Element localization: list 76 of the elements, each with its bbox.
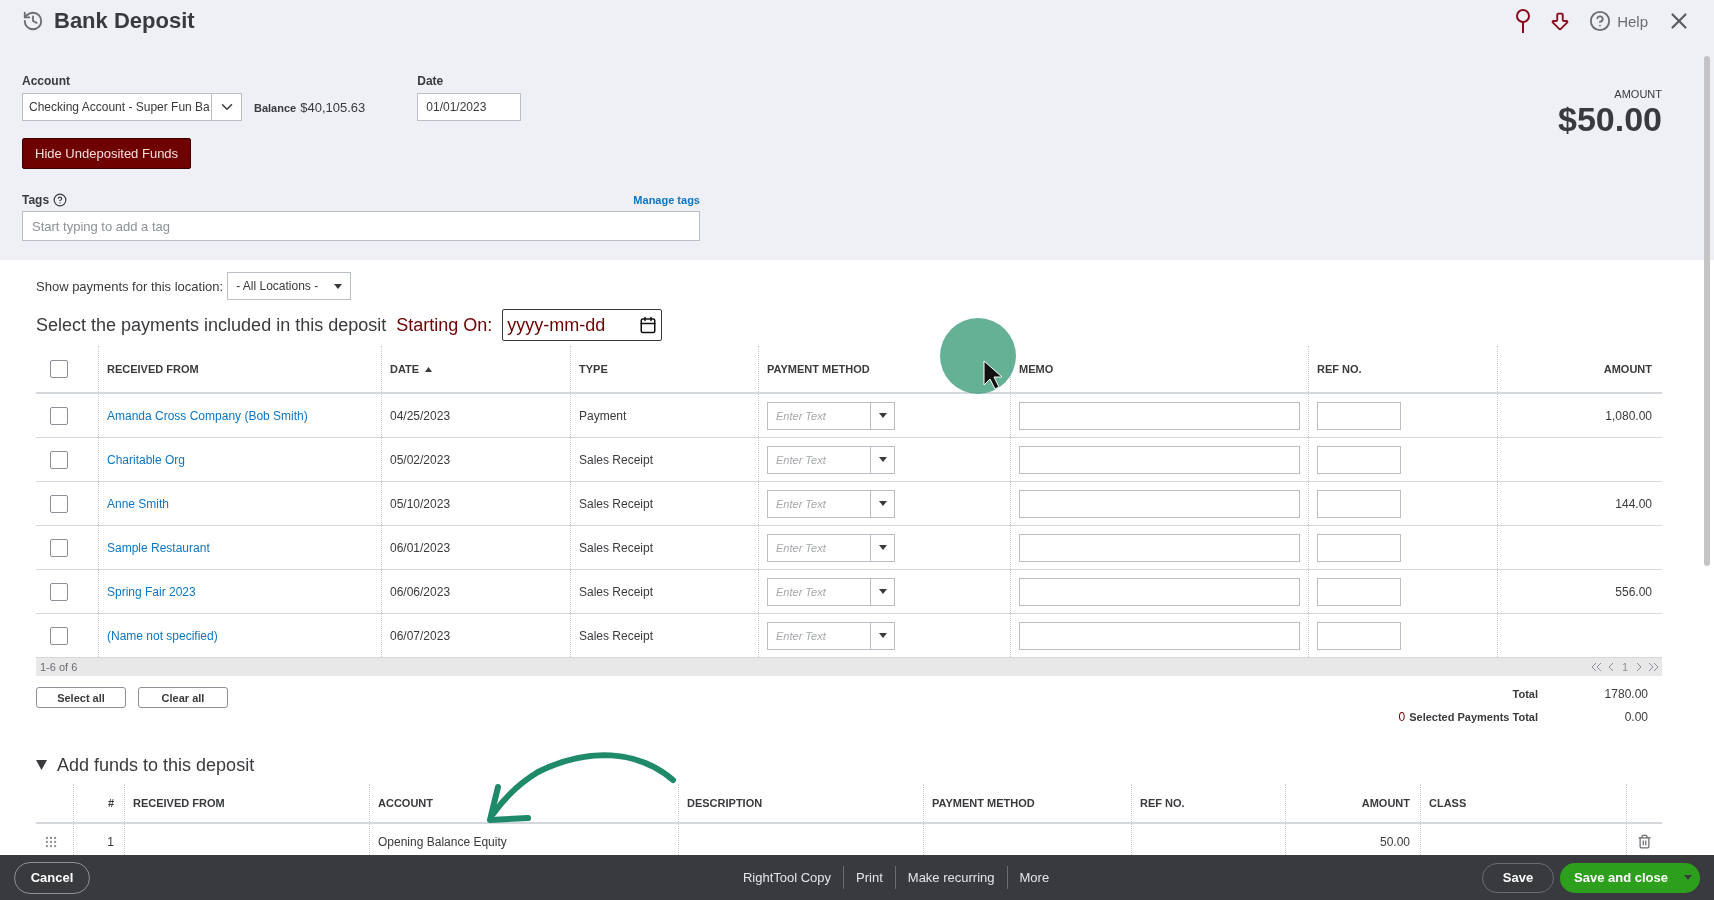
- column-header: PAYMENT METHOD: [932, 797, 1035, 809]
- date-text: 06/01/2023: [390, 540, 451, 555]
- total-value: 1780.00: [1603, 687, 1648, 701]
- field-label: Account: [22, 74, 71, 88]
- payment-method-field[interactable]: Enter Text: [767, 401, 871, 430]
- tags-field[interactable]: Start typing to add a tag: [22, 211, 700, 241]
- customer-link[interactable]: Sample Restaurant: [107, 540, 210, 555]
- payment-method-field[interactable]: Enter Text: [767, 621, 871, 650]
- footer-action[interactable]: Make recurring: [895, 866, 1008, 889]
- balance-text: Balance $40,105.63: [254, 100, 366, 117]
- footer-action[interactable]: Print: [844, 866, 896, 889]
- location-label: Show payments for this location:: [36, 278, 224, 294]
- column-header: #: [107, 797, 114, 809]
- date-text: 04/25/2023: [390, 408, 451, 423]
- account-text: Opening Balance Equity: [378, 834, 507, 849]
- amount-text: 144.00: [1615, 496, 1652, 511]
- type-text: Payment: [579, 408, 627, 423]
- type-text: Sales Receipt: [579, 584, 654, 599]
- date-text: 06/07/2023: [390, 628, 451, 643]
- field-label: Date: [417, 74, 445, 88]
- starting-date-field[interactable]: yyyy-mm-dd: [502, 309, 663, 341]
- customer-link[interactable]: (Name not specified): [107, 628, 218, 643]
- type-text: Sales Receipt: [579, 540, 654, 555]
- manage-tags-link[interactable]: Manage tags: [633, 194, 700, 206]
- hide-funds-button[interactable]: Hide Undeposited Funds: [22, 138, 192, 169]
- customer-link[interactable]: Anne Smith: [107, 496, 170, 511]
- total-label: Total: [1511, 688, 1538, 700]
- clear-all-button[interactable]: Clear all: [138, 687, 228, 708]
- amount-text: 50.00: [1379, 834, 1410, 849]
- column-header: PAYMENT METHOD: [767, 363, 870, 375]
- page-number: 1: [1621, 661, 1628, 673]
- payment-method-field[interactable]: Enter Text: [767, 445, 871, 474]
- column-header: AMOUNT: [1603, 363, 1652, 375]
- column-header: AMOUNT: [1361, 797, 1410, 809]
- amount-label: AMOUNT: [1614, 88, 1662, 100]
- amount-text: 1,080.00: [1605, 408, 1652, 423]
- type-text: Sales Receipt: [579, 628, 654, 643]
- line-number: 1: [107, 834, 114, 849]
- field-label: Tags: [22, 193, 50, 207]
- type-text: Sales Receipt: [579, 452, 654, 467]
- help-link[interactable]: Help: [1589, 10, 1648, 32]
- footer-action[interactable]: RightTool Copy: [730, 866, 845, 889]
- account-dropdown[interactable]: Checking Account - Super Fun Ba: [22, 93, 242, 121]
- date-field[interactable]: 01/01/2023: [417, 93, 522, 121]
- column-header: RECEIVED FROM: [107, 363, 199, 375]
- type-text: Sales Receipt: [579, 496, 654, 511]
- column-header: REF NO.: [1140, 797, 1185, 809]
- column-header[interactable]: DATE: [390, 363, 433, 375]
- date-text: 05/10/2023: [390, 496, 451, 511]
- section-heading: Add funds to this deposit: [57, 754, 255, 776]
- date-text: 05/02/2023: [390, 452, 451, 467]
- amount-total: $50.00: [1558, 100, 1662, 139]
- column-header: MEMO: [1019, 363, 1054, 375]
- payment-method-field[interactable]: Enter Text: [767, 577, 871, 606]
- selected-total-label: 0 Selected Payments Total: [1398, 710, 1538, 724]
- column-header: REF NO.: [1317, 363, 1362, 375]
- date-text: 06/06/2023: [390, 584, 451, 599]
- select-all-button[interactable]: Select all: [36, 687, 126, 708]
- column-header: TYPE: [579, 363, 608, 375]
- column-header: CLASS: [1429, 797, 1467, 809]
- payment-method-field[interactable]: Enter Text: [767, 533, 871, 562]
- footer-action[interactable]: More: [1007, 866, 1062, 889]
- column-header: ACCOUNT: [378, 797, 433, 809]
- amount-text: 556.00: [1615, 584, 1652, 599]
- customer-link[interactable]: Charitable Org: [107, 452, 186, 467]
- window-title: Bank Deposit: [54, 8, 195, 34]
- column-header: RECEIVED FROM: [133, 797, 225, 809]
- customer-link[interactable]: Spring Fair 2023: [107, 584, 196, 599]
- location-dropdown[interactable]: - All Locations -: [227, 272, 352, 300]
- column-header: DESCRIPTION: [687, 797, 763, 809]
- payment-method-field[interactable]: Enter Text: [767, 489, 871, 518]
- selected-total-value: 0.00: [1623, 710, 1648, 724]
- section-heading: Select the payments included in this deposit: [36, 314, 387, 336]
- row-range: 1-6 of 6: [40, 661, 78, 673]
- customer-link[interactable]: Amanda Cross Company (Bob Smith): [107, 408, 308, 423]
- starting-on-label: Starting On:: [396, 314, 493, 336]
